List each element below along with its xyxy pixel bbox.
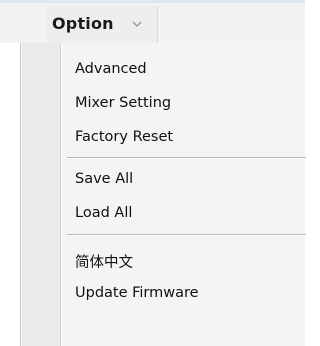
option-menu-label: Option (52, 14, 114, 33)
menu-item-label: Update Firmware (75, 285, 199, 301)
menu-separator (67, 157, 306, 159)
menu-icon-gutter (22, 43, 60, 346)
menu-item-label: 简体中文 (75, 255, 133, 271)
option-menu-button[interactable]: Option (46, 6, 158, 44)
menu-item-save-all[interactable]: Save All (63, 165, 306, 195)
menu-item-update-firmware[interactable]: Update Firmware (63, 279, 306, 309)
chevron-down-icon (132, 21, 142, 27)
menu-bar: Option (0, 3, 305, 44)
menu-item-load-all[interactable]: Load All (63, 199, 306, 229)
menu-separator (67, 234, 306, 236)
menu-item-factory-reset[interactable]: Factory Reset (63, 123, 306, 153)
menu-item-mixer-setting[interactable]: Mixer Setting (63, 89, 306, 119)
menu-item-advanced[interactable]: Advanced (63, 55, 306, 85)
menu-item-label: Mixer Setting (75, 95, 172, 111)
menu-item-label: Load All (75, 205, 133, 221)
menu-gutter-separator (60, 43, 62, 346)
option-dropdown-menu: Advanced Mixer Setting Factory Reset Sav… (20, 43, 306, 346)
menu-item-label: Advanced (75, 61, 147, 77)
menu-item-simplified-chinese[interactable]: 简体中文 (63, 245, 306, 275)
menu-item-label: Save All (75, 171, 134, 187)
menu-item-label: Factory Reset (75, 129, 174, 145)
